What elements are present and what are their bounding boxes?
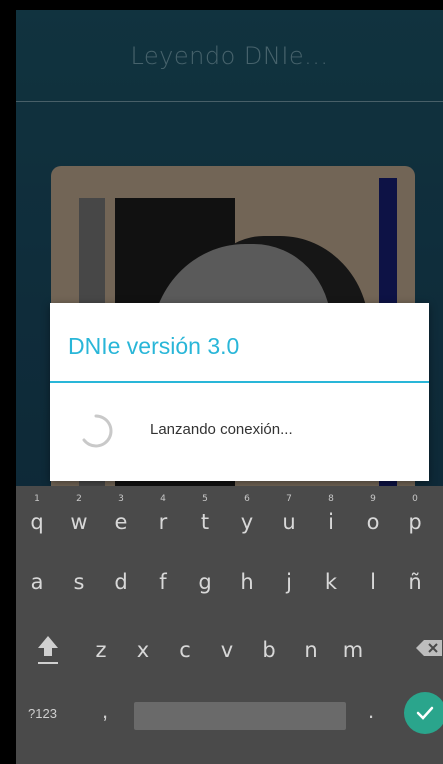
key-enye[interactable]: ñ [396, 558, 434, 608]
key-label: p [408, 510, 422, 534]
key-label: ñ [408, 570, 422, 594]
key-label: b [262, 638, 276, 662]
key-label: w [70, 510, 88, 534]
key-t[interactable]: 5t [186, 492, 224, 542]
key-label: m [342, 638, 364, 662]
key-hint: 2 [76, 494, 82, 504]
key-label: r [158, 510, 168, 534]
progress-dialog: DNIe versión 3.0 Lanzando conexión... [50, 303, 429, 481]
key-m[interactable]: m [334, 626, 372, 676]
keyboard-row-4: ?123 , . [16, 692, 443, 748]
key-o[interactable]: 9o [354, 492, 392, 542]
key-f[interactable]: f [144, 558, 182, 608]
symbols-key[interactable]: ?123 [28, 706, 57, 721]
phone-screen: Leyendo DNIe... DNIe versión 3.0 Lanzand… [16, 10, 443, 764]
key-hint: 8 [328, 494, 334, 504]
key-label: z [95, 638, 107, 662]
key-label: h [240, 570, 254, 594]
key-label: j [286, 570, 292, 594]
key-label: a [30, 570, 44, 594]
keyboard-row-1: 1q 2w 3e 4r 5t 6y 7u 8i 9o 0p [16, 492, 443, 542]
key-u[interactable]: 7u [270, 492, 308, 542]
key-y[interactable]: 6y [228, 492, 266, 542]
key-label: g [198, 570, 212, 594]
comma-key[interactable]: , [102, 698, 108, 724]
loading-spinner-icon [82, 414, 113, 448]
key-hint: 7 [286, 494, 292, 504]
key-label: e [114, 510, 128, 534]
key-s[interactable]: s [60, 558, 98, 608]
soft-keyboard: 1q 2w 3e 4r 5t 6y 7u 8i 9o 0p a s d f g … [16, 486, 443, 764]
backspace-key[interactable] [408, 626, 443, 676]
period-key[interactable]: . [368, 698, 374, 724]
key-label: d [114, 570, 128, 594]
key-hint: 6 [244, 494, 250, 504]
key-g[interactable]: g [186, 558, 224, 608]
key-label: i [328, 510, 334, 534]
shift-key[interactable] [28, 626, 68, 676]
key-hint: 5 [202, 494, 208, 504]
key-hint: 1 [34, 494, 40, 504]
key-hint: 9 [370, 494, 376, 504]
key-label: x [136, 638, 150, 662]
key-r[interactable]: 4r [144, 492, 182, 542]
key-label: v [220, 638, 234, 662]
key-e[interactable]: 3e [102, 492, 140, 542]
key-l[interactable]: l [354, 558, 392, 608]
enter-key[interactable] [404, 692, 443, 734]
key-k[interactable]: k [312, 558, 350, 608]
dialog-title: DNIe versión 3.0 [68, 333, 240, 359]
key-label: q [30, 510, 44, 534]
backspace-icon [416, 640, 442, 656]
space-bar[interactable] [134, 702, 346, 730]
key-h[interactable]: h [228, 558, 266, 608]
key-n[interactable]: n [292, 626, 330, 676]
key-q[interactable]: 1q [18, 492, 56, 542]
checkmark-icon [416, 706, 434, 720]
shift-arrow-icon [38, 636, 58, 664]
dialog-divider [50, 381, 429, 383]
key-i[interactable]: 8i [312, 492, 350, 542]
key-label: l [370, 570, 376, 594]
key-j[interactable]: j [270, 558, 308, 608]
key-p[interactable]: 0p [396, 492, 434, 542]
key-label: f [159, 570, 167, 594]
key-x[interactable]: x [124, 626, 162, 676]
key-hint: 4 [160, 494, 166, 504]
key-c[interactable]: c [166, 626, 204, 676]
key-label: s [73, 570, 85, 594]
key-b[interactable]: b [250, 626, 288, 676]
key-label: c [179, 638, 191, 662]
key-label: n [304, 638, 318, 662]
key-z[interactable]: z [82, 626, 120, 676]
key-hint: 3 [118, 494, 124, 504]
dialog-message: Lanzando conexión... [150, 421, 293, 438]
key-hint: 0 [412, 494, 418, 504]
key-v[interactable]: v [208, 626, 246, 676]
key-d[interactable]: d [102, 558, 140, 608]
key-a[interactable]: a [18, 558, 56, 608]
key-label: t [200, 510, 210, 534]
keyboard-row-2: a s d f g h j k l ñ [16, 558, 443, 608]
key-w[interactable]: 2w [60, 492, 98, 542]
key-label: u [282, 510, 296, 534]
key-label: k [324, 570, 338, 594]
key-label: y [240, 510, 254, 534]
keyboard-row-3: z x c v b n m [16, 626, 443, 676]
key-label: o [366, 510, 380, 534]
